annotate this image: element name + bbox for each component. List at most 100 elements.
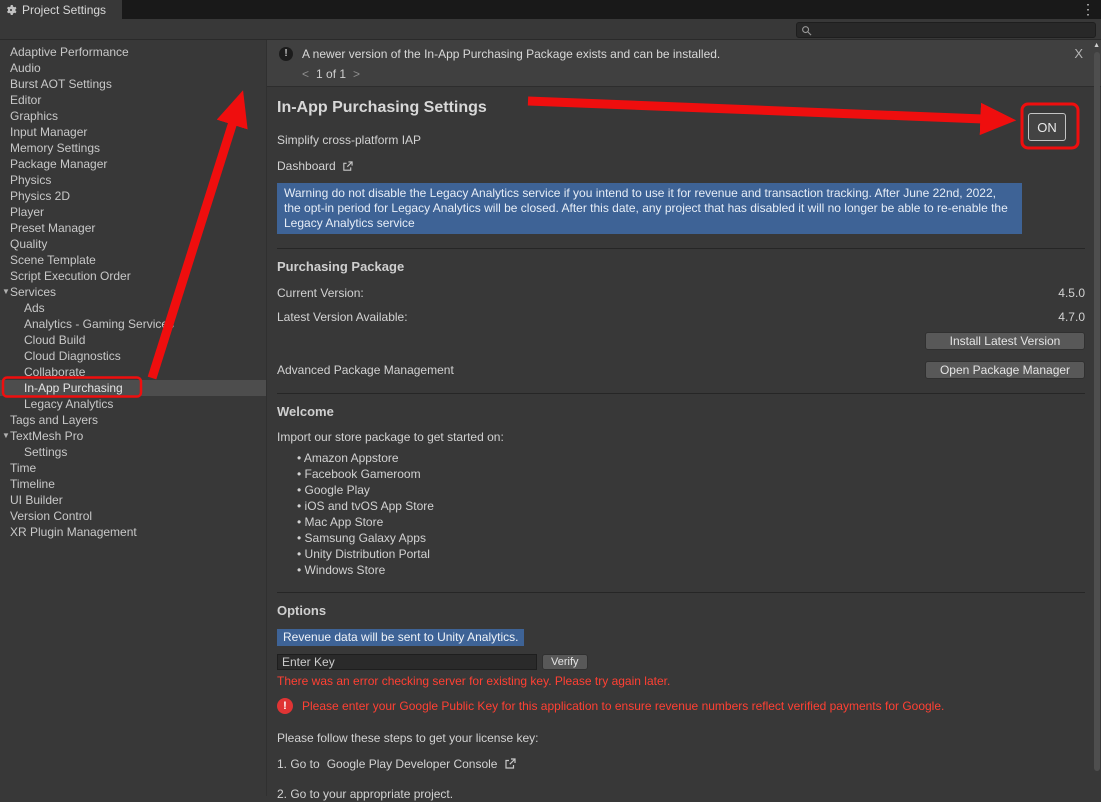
- store-list: • Amazon Appstore• Facebook Gameroom• Go…: [277, 450, 1085, 578]
- latest-version-label: Latest Version Available:: [277, 310, 408, 324]
- sidebar-item-label: Memory Settings: [0, 140, 100, 156]
- sidebar-item-scene-template[interactable]: Scene Template: [0, 252, 266, 268]
- sidebar-item-cloud-build[interactable]: Cloud Build: [0, 332, 266, 348]
- sidebar-item-editor[interactable]: Editor: [0, 92, 266, 108]
- sidebar-item-preset-manager[interactable]: Preset Manager: [0, 220, 266, 236]
- sidebar-item-label: TextMesh Pro: [0, 428, 83, 444]
- sidebar-item-label: Timeline: [0, 476, 55, 492]
- sidebar-item-xr-plugin-management[interactable]: XR Plugin Management: [0, 524, 266, 540]
- store-list-item: • Windows Store: [297, 562, 1085, 578]
- open-package-manager-button[interactable]: Open Package Manager: [925, 361, 1085, 379]
- sidebar-item-label: Legacy Analytics: [0, 396, 113, 412]
- search-box[interactable]: [796, 22, 1096, 38]
- sidebar-item-input-manager[interactable]: Input Manager: [0, 124, 266, 140]
- sidebar-item-version-control[interactable]: Version Control: [0, 508, 266, 524]
- current-version-label: Current Version:: [277, 286, 364, 300]
- sidebar-item-quality[interactable]: Quality: [0, 236, 266, 252]
- latest-version-row: Latest Version Available: 4.7.0: [277, 309, 1085, 325]
- info-icon: !: [279, 47, 293, 61]
- external-link-icon[interactable]: [504, 758, 516, 770]
- sidebar-item-textmesh-pro[interactable]: ▼TextMesh Pro: [0, 428, 266, 444]
- sidebar-item-collaborate[interactable]: Collaborate: [0, 364, 266, 380]
- store-name: Amazon Appstore: [304, 451, 399, 465]
- sidebar-item-cloud-diagnostics[interactable]: Cloud Diagnostics: [0, 348, 266, 364]
- section-divider: [277, 592, 1085, 593]
- package-update-banner: ! A newer version of the In-App Purchasi…: [267, 40, 1101, 87]
- sidebar-item-in-app-purchasing[interactable]: In-App Purchasing: [0, 380, 266, 396]
- store-name: Samsung Galaxy Apps: [305, 531, 426, 545]
- bullet-icon: •: [297, 531, 305, 545]
- sidebar-item-timeline[interactable]: Timeline: [0, 476, 266, 492]
- sidebar-item-package-manager[interactable]: Package Manager: [0, 156, 266, 172]
- analytics-notice: Revenue data will be sent to Unity Analy…: [277, 629, 524, 646]
- sidebar-item-physics-2d[interactable]: Physics 2D: [0, 188, 266, 204]
- bullet-icon: •: [297, 499, 305, 513]
- install-button-row: Install Latest Version: [277, 332, 1085, 350]
- sidebar-item-analytics-gaming-services[interactable]: Analytics - Gaming Services: [0, 316, 266, 332]
- dashboard-link[interactable]: Dashboard: [277, 159, 336, 173]
- sidebar-item-label: Time: [0, 460, 36, 476]
- sidebar-item-burst-aot-settings[interactable]: Burst AOT Settings: [0, 76, 266, 92]
- search-input[interactable]: [816, 24, 1091, 36]
- tab-title: Project Settings: [22, 3, 106, 17]
- sidebar-item-label: Input Manager: [0, 124, 87, 140]
- verify-button[interactable]: Verify: [542, 654, 588, 670]
- sidebar-item-audio[interactable]: Audio: [0, 60, 266, 76]
- server-error-text: There was an error checking server for e…: [277, 674, 1085, 688]
- sidebar-item-script-execution-order[interactable]: Script Execution Order: [0, 268, 266, 284]
- banner-message: A newer version of the In-App Purchasing…: [302, 47, 720, 61]
- license-key-row: Verify: [277, 654, 1085, 670]
- foldout-expanded-icon[interactable]: ▼: [2, 284, 10, 300]
- sidebar-item-services[interactable]: ▼Services: [0, 284, 266, 300]
- sidebar-item-memory-settings[interactable]: Memory Settings: [0, 140, 266, 156]
- bullet-icon: •: [297, 547, 305, 561]
- bullet-icon: •: [297, 467, 305, 481]
- toolbar: [0, 19, 1101, 40]
- google-play-console-link[interactable]: Google Play Developer Console: [327, 757, 498, 771]
- kebab-menu-icon[interactable]: ⋮: [1081, 1, 1095, 18]
- pager-prev-icon[interactable]: <: [302, 67, 309, 81]
- sidebar-item-physics[interactable]: Physics: [0, 172, 266, 188]
- scroll-up-icon[interactable]: ▲: [1093, 42, 1100, 49]
- sidebar-item-label: UI Builder: [0, 492, 63, 508]
- step2-text: 2. Go to your appropriate project.: [277, 787, 1085, 802]
- install-latest-version-button[interactable]: Install Latest Version: [925, 332, 1085, 350]
- iap-settings-content: In-App Purchasing Settings Simplify cros…: [267, 87, 1101, 802]
- iap-enabled-toggle[interactable]: ON: [1028, 113, 1066, 141]
- page-title: In-App Purchasing Settings: [277, 99, 1085, 121]
- bullet-icon: •: [297, 563, 305, 577]
- sidebar-item-time[interactable]: Time: [0, 460, 266, 476]
- license-key-input[interactable]: [277, 654, 537, 670]
- error-icon: !: [277, 698, 293, 714]
- sidebar-item-label: Physics 2D: [0, 188, 70, 204]
- sidebar-item-tags-and-layers[interactable]: Tags and Layers: [0, 412, 266, 428]
- sidebar-item-adaptive-performance[interactable]: Adaptive Performance: [0, 44, 266, 60]
- sidebar-item-settings[interactable]: Settings: [0, 444, 266, 460]
- bullet-icon: •: [297, 483, 305, 497]
- sidebar-item-ui-builder[interactable]: UI Builder: [0, 492, 266, 508]
- purchasing-package-heading: Purchasing Package: [277, 259, 1085, 277]
- sidebar-item-label: Package Manager: [0, 156, 107, 172]
- sidebar-item-ads[interactable]: Ads: [0, 300, 266, 316]
- search-icon: [801, 25, 812, 36]
- foldout-expanded-icon[interactable]: ▼: [2, 428, 10, 444]
- close-icon[interactable]: X: [1074, 46, 1083, 61]
- sidebar-item-player[interactable]: Player: [0, 204, 266, 220]
- section-divider: [277, 248, 1085, 249]
- welcome-heading: Welcome: [277, 404, 1085, 422]
- sidebar-item-label: Script Execution Order: [0, 268, 131, 284]
- sidebar-item-graphics[interactable]: Graphics: [0, 108, 266, 124]
- store-list-item: • Facebook Gameroom: [297, 466, 1085, 482]
- sidebar-item-legacy-analytics[interactable]: Legacy Analytics: [0, 396, 266, 412]
- sidebar-item-label: Quality: [0, 236, 47, 252]
- tab-project-settings[interactable]: Project Settings: [0, 0, 122, 19]
- external-link-icon[interactable]: [342, 161, 353, 172]
- store-name: iOS and tvOS App Store: [305, 499, 434, 513]
- google-key-error-row: ! Please enter your Google Public Key fo…: [277, 698, 1085, 714]
- steps-intro: Please follow these steps to get your li…: [277, 731, 1085, 746]
- current-version-row: Current Version: 4.5.0: [277, 285, 1085, 301]
- window-tab-bar: Project Settings ⋮: [0, 0, 1101, 19]
- pager-next-icon[interactable]: >: [353, 67, 360, 81]
- options-heading: Options: [277, 603, 1085, 621]
- sidebar-item-label: Audio: [0, 60, 41, 76]
